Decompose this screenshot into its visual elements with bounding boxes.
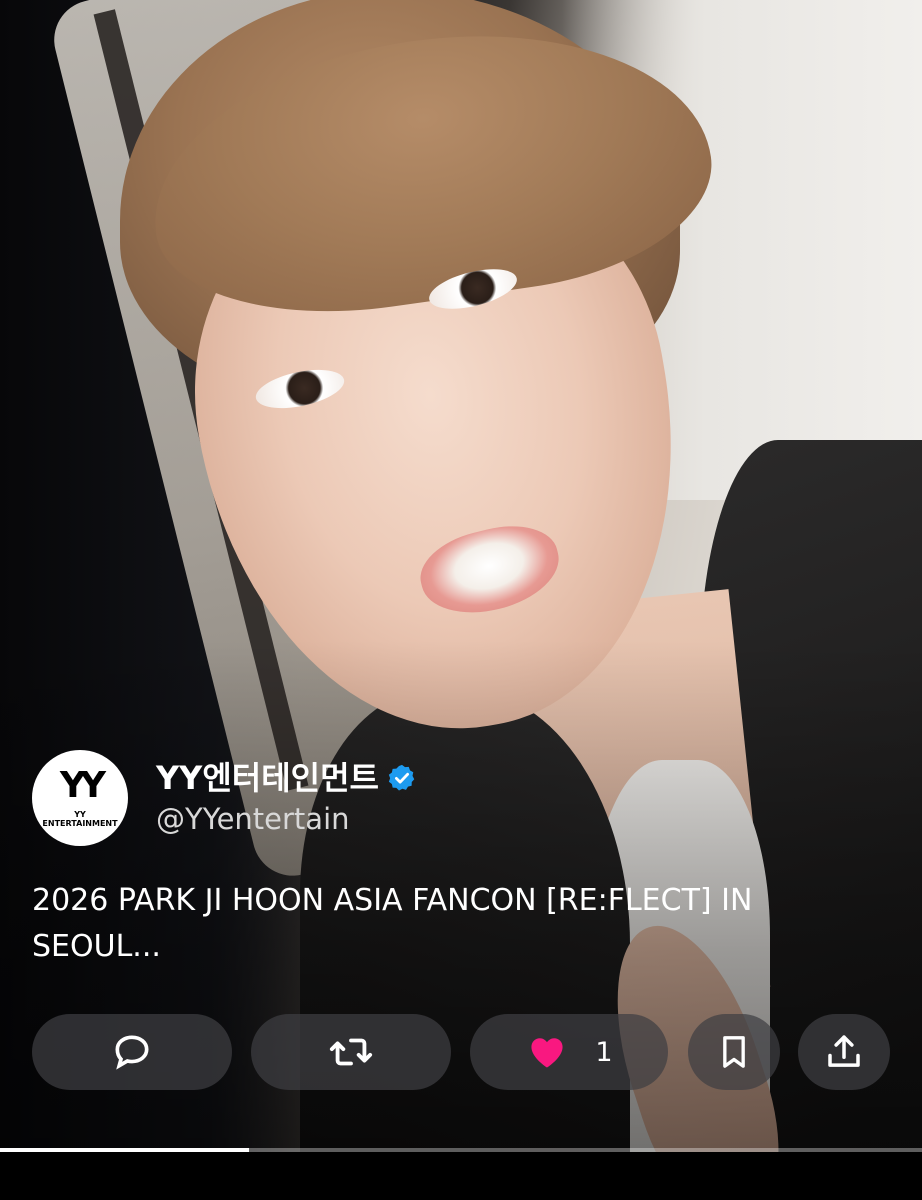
like-count: 1 [595, 1036, 613, 1068]
share-button[interactable] [798, 1014, 890, 1090]
author-text: YY엔터테인먼트 @YYentertain [156, 758, 417, 838]
post-text[interactable]: 2026 PARK JI HOON ASIA FANCON [RE:FLECT]… [32, 878, 882, 970]
author-display-name[interactable]: YY엔터테인먼트 [156, 758, 379, 798]
avatar-brand-line1: YY [74, 810, 86, 819]
bookmark-button[interactable] [688, 1014, 780, 1090]
repost-button[interactable] [251, 1014, 451, 1090]
heart-icon [525, 1030, 569, 1074]
bottom-bar [0, 1152, 922, 1200]
video-post-viewer: YY YY ENTERTAINMENT YY엔터테인먼트 @YYentertai… [0, 0, 922, 1200]
avatar[interactable]: YY YY ENTERTAINMENT [32, 750, 128, 846]
like-button[interactable]: 1 [470, 1014, 668, 1090]
speech-bubble-icon [110, 1030, 154, 1074]
repost-arrows-icon [328, 1029, 374, 1075]
display-name-row: YY엔터테인먼트 [156, 758, 417, 798]
verified-badge-icon [387, 763, 417, 793]
bookmark-icon [714, 1030, 754, 1074]
reply-button[interactable] [32, 1014, 232, 1090]
yy-entertainment-logo: YY [59, 765, 106, 806]
share-upload-icon [823, 1031, 865, 1073]
author-handle[interactable]: @YYentertain [156, 800, 417, 838]
avatar-brand-text: YY ENTERTAINMENT [32, 810, 128, 828]
avatar-brand-line2: ENTERTAINMENT [42, 819, 118, 828]
post-author: YY YY ENTERTAINMENT YY엔터테인먼트 @YYentertai… [32, 750, 417, 846]
